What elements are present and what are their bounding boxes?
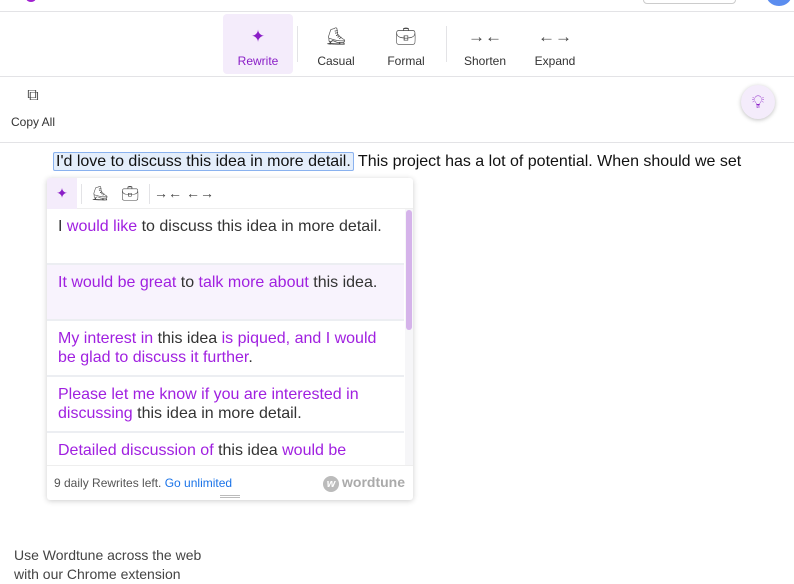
sparkles-icon: ✦ [250,27,266,46]
selected-sentence[interactable]: I'd love to discuss this idea in more de… [53,152,354,171]
suggestion-item[interactable]: Detailed discussion of this idea would b… [47,433,404,465]
rewrite-label: Rewrite [237,54,279,68]
shorten-button[interactable]: →← Shorten [450,14,520,74]
popup-casual-button[interactable]: ⛸ [85,178,115,209]
scrollbar-thumb[interactable] [406,210,412,330]
promo-line-2: with our Chrome extension [14,566,181,582]
app-logo[interactable] [26,0,36,2]
copy-all-button[interactable]: ⧉ Copy All [8,87,58,129]
promo-line-1: Use Wordtune across the web [14,547,202,563]
popup-rewrite-button[interactable]: ✦ [47,178,77,209]
changed-text: would like [66,218,138,235]
popup-formal-button[interactable]: 💼︎ [115,178,145,209]
casual-label: Casual [317,54,355,68]
suggestion-item[interactable]: I would like to discuss this idea in mor… [47,209,404,265]
suggestion-item[interactable]: Please let me know if you are interested… [47,377,404,433]
briefcase-icon: 💼︎ [395,27,417,46]
expand-arrows-icon: ←→ [186,185,214,201]
shorten-arrows-icon: →← [154,185,182,201]
action-row: ⧉ Copy All 💡︎ [0,77,794,143]
formal-label: Formal [387,54,425,68]
copy-icon: ⧉ [27,87,39,104]
go-unlimited-link[interactable]: Go unlimited [165,476,232,490]
document-rest: This project has a lot of potential. Whe… [353,153,742,170]
unchanged-text: this idea [213,442,283,459]
suggestion-item[interactable]: My interest in this idea is piqued, and … [47,321,404,377]
divider [297,26,298,62]
copy-all-label: Copy All [10,115,56,129]
unchanged-text: this idea. [308,274,378,291]
expand-button[interactable]: ←→ Expand [520,14,590,74]
unchanged-text: . [248,349,253,366]
sneaker-icon: ⛸ [325,27,347,46]
divider [446,26,447,62]
wordtune-logo-icon: w [323,476,339,492]
chrome-promo: Use Wordtune across the web with our Chr… [14,546,201,584]
sparkles-icon: ✦ [56,185,68,201]
suggestion-item[interactable]: It would be great to talk more about thi… [47,265,404,321]
suggestion-list: I would like to discuss this idea in mor… [47,209,404,465]
sneaker-icon: ⛸ [91,185,109,201]
scrollbar[interactable] [405,209,413,465]
unchanged-text: I [58,218,67,235]
changed-text: Detailed discussion of [58,442,214,459]
briefcase-icon: 💼︎ [121,185,139,201]
top-bar [0,0,794,12]
rewrite-toolbar: ✦ Rewrite ⛸ Casual 💼︎ Formal →← Shorten ←→ Ex… [0,12,794,77]
resize-handle[interactable] [220,495,240,498]
popup-shorten-button[interactable]: →← [153,178,183,209]
avatar[interactable] [766,0,792,6]
changed-text: It would be great [58,274,177,291]
changed-text: My interest in [58,330,154,347]
changed-text: talk more about [198,274,309,291]
unchanged-text: to [176,274,199,291]
unchanged-text: this idea [153,330,222,347]
top-input[interactable] [643,0,736,4]
rewrite-button[interactable]: ✦ Rewrite [223,14,293,74]
rewrites-left-text: 9 daily Rewrites left. [54,476,162,490]
popup-expand-button[interactable]: ←→ [185,178,215,209]
popup-toolbar: ✦ ⛸ 💼︎ →← ←→ [47,178,413,209]
expand-arrows-icon: ←→ [538,27,572,46]
unchanged-text: this idea in more detail. [132,405,302,422]
casual-button[interactable]: ⛸ Casual [301,14,371,74]
shorten-arrows-icon: →← [468,27,502,46]
document-text[interactable]: I'd love to discuss this idea in more de… [53,152,742,171]
divider [81,184,82,204]
lightbulb-icon: 💡︎ [751,92,765,112]
formal-button[interactable]: 💼︎ Formal [371,14,441,74]
unchanged-text: to discuss this idea in more detail. [137,218,382,235]
popup-footer: 9 daily Rewrites left. Go unlimited w wor… [47,465,413,500]
expand-label: Expand [534,54,576,68]
suggestions-popup: ✦ ⛸ 💼︎ →← ←→ I would like to discuss thi… [47,178,413,500]
brand-name: wordtune [342,474,405,490]
changed-text: would be [282,442,347,459]
lightbulb-button[interactable]: 💡︎ [741,85,775,119]
divider [149,184,150,204]
wordtune-logo: w wordtune [323,474,405,492]
shorten-label: Shorten [463,54,507,68]
